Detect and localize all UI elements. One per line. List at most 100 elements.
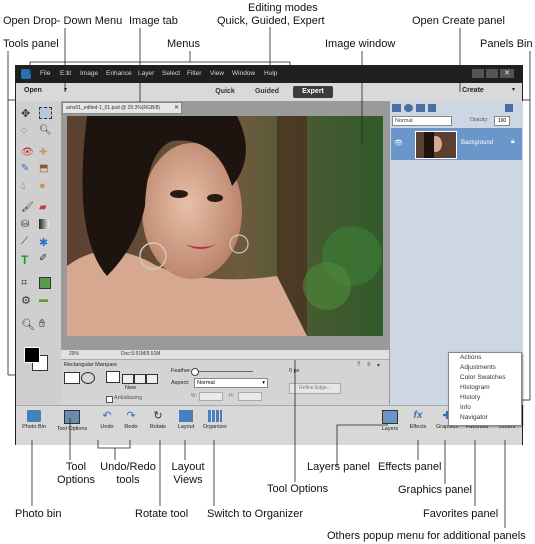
sponge-tool-icon[interactable]: ●: [39, 180, 53, 194]
clone-stamp-icon[interactable]: ⬒: [39, 163, 53, 177]
zoom-tool-icon[interactable]: 🔍︎: [21, 318, 35, 332]
tool-options-callout-line2: Options: [57, 474, 95, 486]
photo-bin-button[interactable]: Photo Bin: [18, 410, 50, 430]
layer-row-background[interactable]: 👁︎ Background 🔒︎: [391, 128, 522, 160]
mode-guided[interactable]: Guided: [251, 86, 283, 98]
recompose-tool-icon[interactable]: [39, 277, 51, 289]
redo-button[interactable]: ↷ Redo: [120, 410, 142, 430]
brush-tool-icon[interactable]: 🖌︎: [21, 202, 35, 216]
eyedropper-icon[interactable]: ⟋: [21, 236, 35, 250]
layout-views-callout-line1: Layout: [171, 461, 205, 473]
menu-image[interactable]: Image: [80, 70, 98, 77]
zoom-level[interactable]: 29%: [69, 350, 79, 359]
others-menu-actions[interactable]: Actions: [449, 353, 521, 363]
menu-select[interactable]: Select: [162, 70, 180, 77]
portrait-photo: [67, 116, 383, 336]
others-menu-navigator[interactable]: Navigator: [449, 413, 521, 423]
custom-shape-icon[interactable]: ✱: [39, 236, 53, 250]
options-menu-icon[interactable]: ≡: [367, 362, 371, 368]
others-menu-history[interactable]: History: [449, 393, 521, 403]
open-dropdown-icon[interactable]: ▾: [64, 86, 67, 93]
others-menu-color-swatches[interactable]: Color Swatches: [449, 373, 521, 383]
new-selection-icon[interactable]: [106, 371, 120, 383]
menu-view[interactable]: View: [210, 70, 224, 77]
others-menu-info[interactable]: Info: [449, 403, 521, 413]
type-tool-icon[interactable]: T: [21, 253, 35, 267]
spot-healing-icon[interactable]: ✚: [39, 147, 53, 161]
quick-selection-icon[interactable]: 🔍︎: [39, 125, 53, 139]
photo-bin-icon: [27, 410, 41, 422]
add-selection-icon[interactable]: [122, 374, 134, 384]
opacity-field[interactable]: 100: [494, 116, 510, 126]
pencil-tool-icon[interactable]: ✐: [39, 253, 53, 267]
minimize-button[interactable]: [472, 69, 484, 78]
feather-slider[interactable]: [193, 371, 253, 372]
collapse-icon[interactable]: ▾: [377, 362, 380, 369]
paint-bucket-icon[interactable]: ⛁: [21, 219, 35, 233]
move-tool-icon[interactable]: ✥: [21, 107, 35, 121]
straighten-tool-icon[interactable]: ▬: [39, 294, 53, 308]
content-aware-move-icon[interactable]: ⚙︎: [21, 294, 35, 308]
feather-slider-handle[interactable]: [191, 368, 199, 376]
red-eye-tool-icon[interactable]: 👁︎: [21, 147, 35, 161]
menu-enhance[interactable]: Enhance: [106, 70, 132, 77]
height-field[interactable]: [238, 392, 262, 401]
blur-tool-icon[interactable]: 💧︎: [21, 180, 35, 194]
trash-icon[interactable]: [505, 104, 513, 112]
visibility-eye-icon[interactable]: 👁︎: [394, 139, 403, 147]
layers-button[interactable]: Layers: [378, 410, 402, 432]
menu-bar: File Edit Image Enhance Layer Select Fil…: [16, 66, 522, 83]
image-tab[interactable]: ams01_edited-1_01.psd @ 29.3%(RGB/8) ✕: [62, 102, 182, 114]
layout-button[interactable]: Layout: [174, 410, 198, 430]
undo-button[interactable]: ↶ Undo: [96, 410, 118, 430]
photo-canvas[interactable]: [67, 116, 383, 336]
open-button[interactable]: Open: [24, 87, 42, 94]
crop-tool-icon[interactable]: ⌗: [21, 277, 35, 291]
maximize-button[interactable]: [486, 69, 498, 78]
aspect-select[interactable]: Normal ▾: [194, 378, 268, 388]
help-icon[interactable]: ?: [357, 362, 360, 368]
ellipse-marquee-option-icon[interactable]: [81, 372, 95, 384]
create-button[interactable]: Create: [462, 87, 484, 94]
layer-name: Background: [461, 140, 494, 146]
width-field[interactable]: [199, 392, 223, 401]
subtract-selection-icon[interactable]: [134, 374, 146, 384]
menu-window[interactable]: Window: [232, 70, 255, 77]
image-tab-close-icon[interactable]: ✕: [174, 103, 179, 113]
create-dropdown-icon[interactable]: ▾: [512, 86, 515, 93]
mode-expert[interactable]: Expert: [293, 86, 333, 98]
hand-tool-icon[interactable]: ✋︎: [39, 318, 53, 332]
menu-file[interactable]: File: [40, 70, 50, 77]
adjustment-layer-icon[interactable]: [404, 104, 413, 112]
intersect-selection-icon[interactable]: [146, 374, 158, 384]
photo-bin-label: Photo bin: [15, 508, 62, 520]
smart-brush-icon[interactable]: ✎: [21, 163, 35, 177]
gradient-tool-icon[interactable]: [39, 219, 49, 229]
marquee-tool-icon[interactable]: [39, 107, 52, 119]
mode-quick[interactable]: Quick: [209, 86, 241, 98]
rotate-button[interactable]: ↻ Rotate: [146, 410, 170, 430]
close-button[interactable]: ✕: [500, 69, 514, 78]
antialiasing-checkbox[interactable]: [106, 396, 113, 403]
menu-edit[interactable]: Edit: [60, 70, 71, 77]
rect-marquee-option-icon[interactable]: [64, 372, 80, 384]
menu-layer[interactable]: Layer: [138, 70, 154, 77]
rotate-tool-label: Rotate tool: [135, 508, 189, 520]
lasso-tool-icon[interactable]: ◌: [21, 125, 35, 139]
others-menu-adjustments[interactable]: Adjustments: [449, 363, 521, 373]
tool-options-button[interactable]: Tool Options: [52, 410, 92, 432]
new-layer-icon[interactable]: [392, 104, 401, 112]
refine-edge-button[interactable]: Refine Edge...: [289, 383, 341, 394]
lock-icon[interactable]: [428, 104, 436, 112]
layer-mask-icon[interactable]: [416, 104, 425, 112]
organizer-button[interactable]: Organizer: [200, 410, 230, 430]
editing-modes-line1: Editing modes: [248, 2, 318, 14]
menu-help[interactable]: Help: [264, 70, 277, 77]
others-popup-label: Others popup menu for additional panels: [327, 530, 526, 542]
effects-button[interactable]: fx Effects: [406, 410, 430, 430]
eraser-tool-icon[interactable]: ▰: [39, 202, 53, 216]
others-menu-histogram[interactable]: Histogram: [449, 383, 521, 393]
antialiasing-label: Antialiasing: [114, 395, 143, 401]
blend-mode-select[interactable]: Normal: [392, 116, 452, 126]
menu-filter[interactable]: Filter: [187, 70, 201, 77]
